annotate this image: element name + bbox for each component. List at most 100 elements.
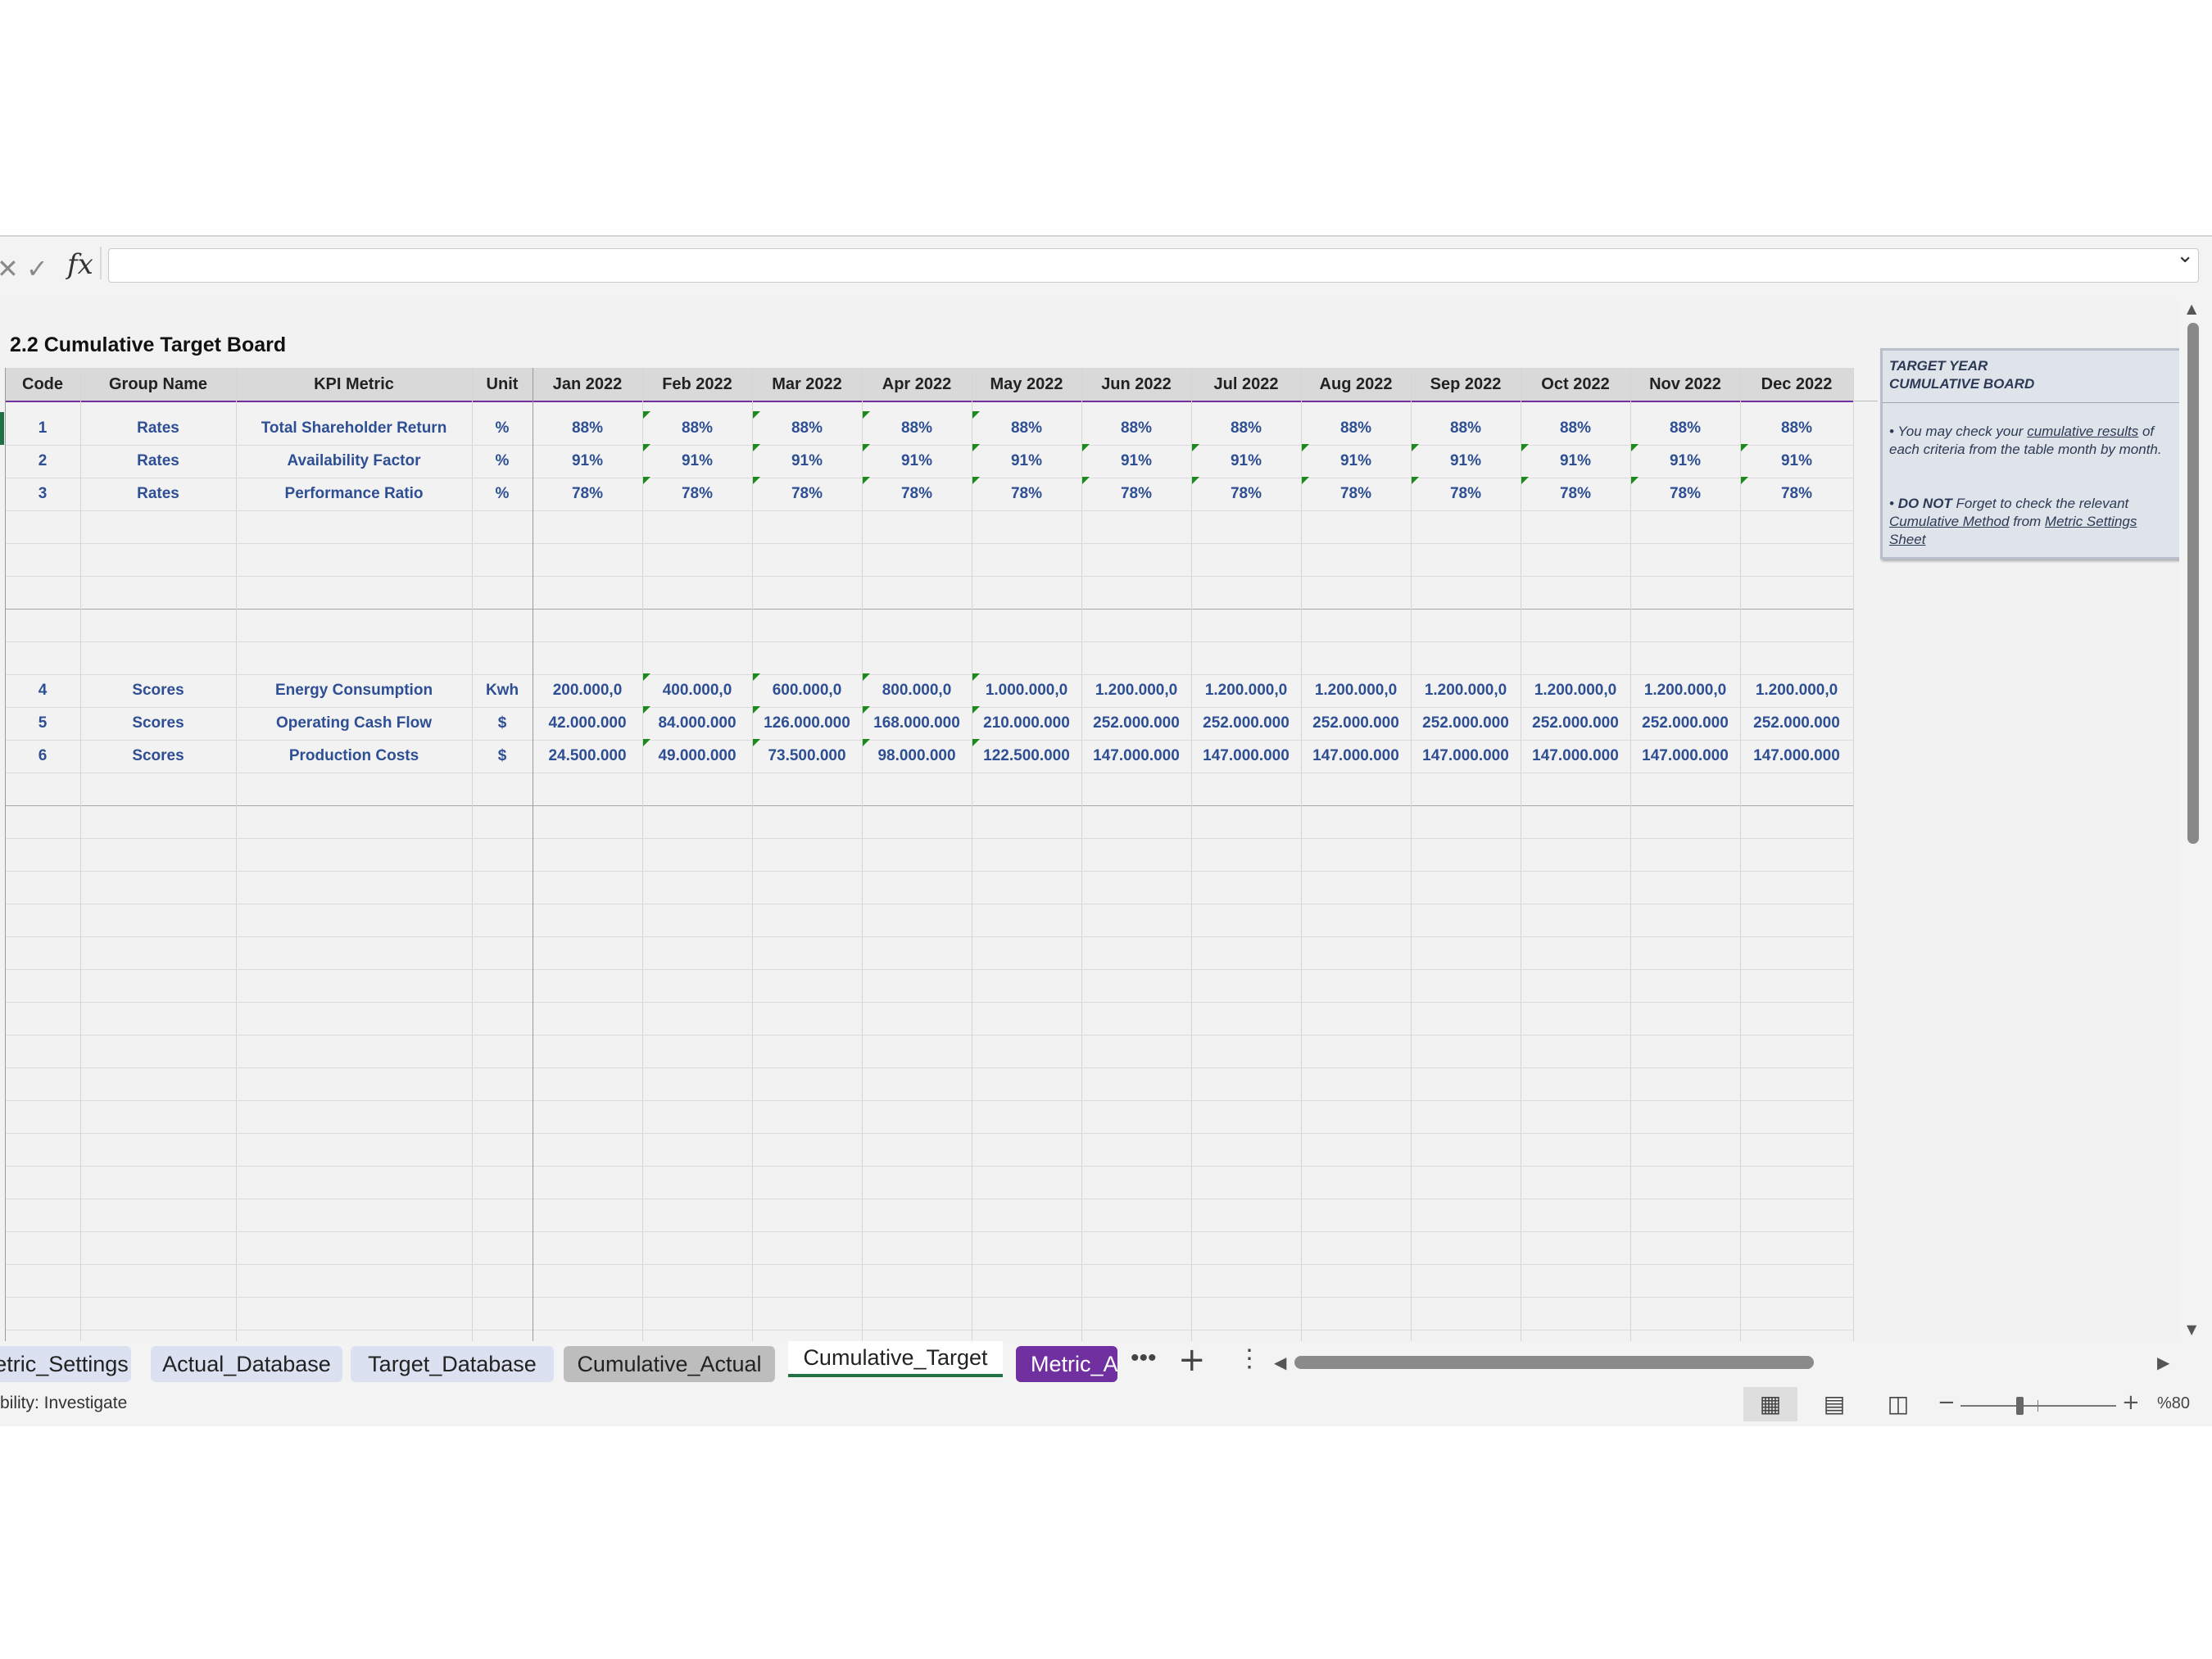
- zoom-slider[interactable]: [1960, 1405, 2116, 1407]
- table-cell[interactable]: 88%: [1081, 412, 1191, 445]
- table-cell[interactable]: Performance Ratio: [236, 478, 472, 510]
- table-cell[interactable]: 78%: [1191, 478, 1301, 510]
- zoom-slider-thumb[interactable]: [2016, 1397, 2024, 1415]
- table-cell[interactable]: 1.200.000,0: [1301, 674, 1411, 707]
- table-cell[interactable]: 78%: [972, 478, 1081, 510]
- table-cell[interactable]: 78%: [642, 478, 752, 510]
- table-cell[interactable]: 147.000.000: [1081, 740, 1191, 773]
- table-cell[interactable]: 49.000.000: [642, 740, 752, 773]
- table-cell[interactable]: 6: [5, 740, 80, 773]
- table-cell[interactable]: 147.000.000: [1630, 740, 1740, 773]
- table-cell[interactable]: 147.000.000: [1301, 740, 1411, 773]
- table-cell[interactable]: 78%: [862, 478, 972, 510]
- table-cell[interactable]: 91%: [1740, 445, 1853, 478]
- table-cell[interactable]: 147.000.000: [1411, 740, 1521, 773]
- table-cell[interactable]: 78%: [1740, 478, 1853, 510]
- normal-view-icon[interactable]: ▦: [1743, 1387, 1797, 1421]
- sheet-options-icon[interactable]: ⋮: [1237, 1344, 1262, 1373]
- table-cell[interactable]: 78%: [1630, 478, 1740, 510]
- table-cell[interactable]: 1.200.000,0: [1740, 674, 1853, 707]
- table-cell[interactable]: 78%: [1081, 478, 1191, 510]
- table-cell[interactable]: 91%: [1411, 445, 1521, 478]
- table-cell[interactable]: 1.200.000,0: [1191, 674, 1301, 707]
- table-cell[interactable]: 252.000.000: [1521, 707, 1630, 740]
- table-cell[interactable]: 88%: [1191, 412, 1301, 445]
- table-cell[interactable]: 91%: [1521, 445, 1630, 478]
- table-cell[interactable]: $: [472, 740, 533, 773]
- table-cell[interactable]: 88%: [1411, 412, 1521, 445]
- table-cell[interactable]: 600.000,0: [752, 674, 862, 707]
- table-cell[interactable]: 1.200.000,0: [1081, 674, 1191, 707]
- table-cell[interactable]: 91%: [533, 445, 642, 478]
- table-cell[interactable]: 42.000.000: [533, 707, 642, 740]
- table-cell[interactable]: 88%: [1740, 412, 1853, 445]
- scroll-down-icon[interactable]: ▼: [2187, 1321, 2196, 1337]
- table-cell[interactable]: Rates: [80, 478, 236, 510]
- table-cell[interactable]: 252.000.000: [1411, 707, 1521, 740]
- table-cell[interactable]: 78%: [1411, 478, 1521, 510]
- formula-input[interactable]: [108, 248, 2199, 283]
- chevron-down-icon[interactable]: ⌄: [2176, 243, 2194, 268]
- vertical-scrollbar-thumb[interactable]: [2187, 323, 2199, 844]
- table-cell[interactable]: 147.000.000: [1191, 740, 1301, 773]
- table-cell[interactable]: 3: [5, 478, 80, 510]
- table-cell[interactable]: $: [472, 707, 533, 740]
- table-cell[interactable]: 252.000.000: [1081, 707, 1191, 740]
- table-cell[interactable]: 252.000.000: [1630, 707, 1740, 740]
- table-cell[interactable]: Rates: [80, 445, 236, 478]
- table-cell[interactable]: 91%: [1081, 445, 1191, 478]
- tab-metric-a[interactable]: Metric_A: [1016, 1346, 1117, 1382]
- table-cell[interactable]: 1.000.000,0: [972, 674, 1081, 707]
- worksheet[interactable]: 2.2 Cumulative Target Board Code Group Na…: [0, 301, 2179, 1341]
- zoom-level[interactable]: %80: [2157, 1394, 2190, 1413]
- table-cell[interactable]: 91%: [1301, 445, 1411, 478]
- table-cell[interactable]: 24.500.000: [533, 740, 642, 773]
- tab-metric-settings[interactable]: etric_Settings: [0, 1346, 131, 1382]
- table-cell[interactable]: 88%: [1301, 412, 1411, 445]
- tab-actual-database[interactable]: Actual_Database: [151, 1346, 342, 1382]
- table-cell[interactable]: 1.200.000,0: [1630, 674, 1740, 707]
- page-layout-icon[interactable]: ▤: [1807, 1387, 1861, 1421]
- table-cell[interactable]: 252.000.000: [1301, 707, 1411, 740]
- table-cell[interactable]: 78%: [752, 478, 862, 510]
- table-cell[interactable]: 91%: [1630, 445, 1740, 478]
- tab-target-database[interactable]: Target_Database: [351, 1346, 554, 1382]
- table-cell[interactable]: 88%: [533, 412, 642, 445]
- table-cell[interactable]: 1.200.000,0: [1521, 674, 1630, 707]
- table-cell[interactable]: Kwh: [472, 674, 533, 707]
- table-cell[interactable]: 1.200.000,0: [1411, 674, 1521, 707]
- cancel-icon[interactable]: ✕: [0, 253, 19, 284]
- table-cell[interactable]: Operating Cash Flow: [236, 707, 472, 740]
- more-tabs-icon[interactable]: •••: [1131, 1344, 1157, 1372]
- table-cell[interactable]: Scores: [80, 740, 236, 773]
- fx-icon[interactable]: fx: [67, 248, 93, 281]
- table-cell[interactable]: 78%: [533, 478, 642, 510]
- scroll-left-icon[interactable]: ◀: [1274, 1353, 1286, 1372]
- table-cell[interactable]: 5: [5, 707, 80, 740]
- table-cell[interactable]: 98.000.000: [862, 740, 972, 773]
- table-cell[interactable]: 252.000.000: [1191, 707, 1301, 740]
- table-cell[interactable]: 800.000,0: [862, 674, 972, 707]
- table-cell[interactable]: Total Shareholder Return: [236, 412, 472, 445]
- zoom-out-icon[interactable]: −: [1938, 1390, 1956, 1415]
- table-cell[interactable]: 91%: [972, 445, 1081, 478]
- table-cell[interactable]: 147.000.000: [1521, 740, 1630, 773]
- table-cell[interactable]: 78%: [1301, 478, 1411, 510]
- check-icon[interactable]: ✓: [26, 253, 48, 284]
- accessibility-status[interactable]: bility: Investigate: [0, 1394, 127, 1413]
- add-sheet-icon[interactable]: +: [1178, 1341, 1206, 1379]
- table-cell[interactable]: 88%: [972, 412, 1081, 445]
- table-cell[interactable]: 210.000.000: [972, 707, 1081, 740]
- scroll-right-icon[interactable]: ▶: [2157, 1353, 2169, 1372]
- table-cell[interactable]: 1: [5, 412, 80, 445]
- table-cell[interactable]: 88%: [1630, 412, 1740, 445]
- table-cell[interactable]: 400.000,0: [642, 674, 752, 707]
- table-cell[interactable]: 73.500.000: [752, 740, 862, 773]
- info-note-box[interactable]: TARGET YEAR CUMULATIVE BOARD • You may c…: [1880, 348, 2179, 560]
- table-cell[interactable]: %: [472, 478, 533, 510]
- tab-cumulative-actual[interactable]: Cumulative_Actual: [564, 1346, 775, 1382]
- table-cell[interactable]: 200.000,0: [533, 674, 642, 707]
- data-table[interactable]: Code Group Name KPI Metric Unit Jan 2022 Feb …: [0, 301, 1878, 1341]
- table-cell[interactable]: 168.000.000: [862, 707, 972, 740]
- table-cell[interactable]: 91%: [1191, 445, 1301, 478]
